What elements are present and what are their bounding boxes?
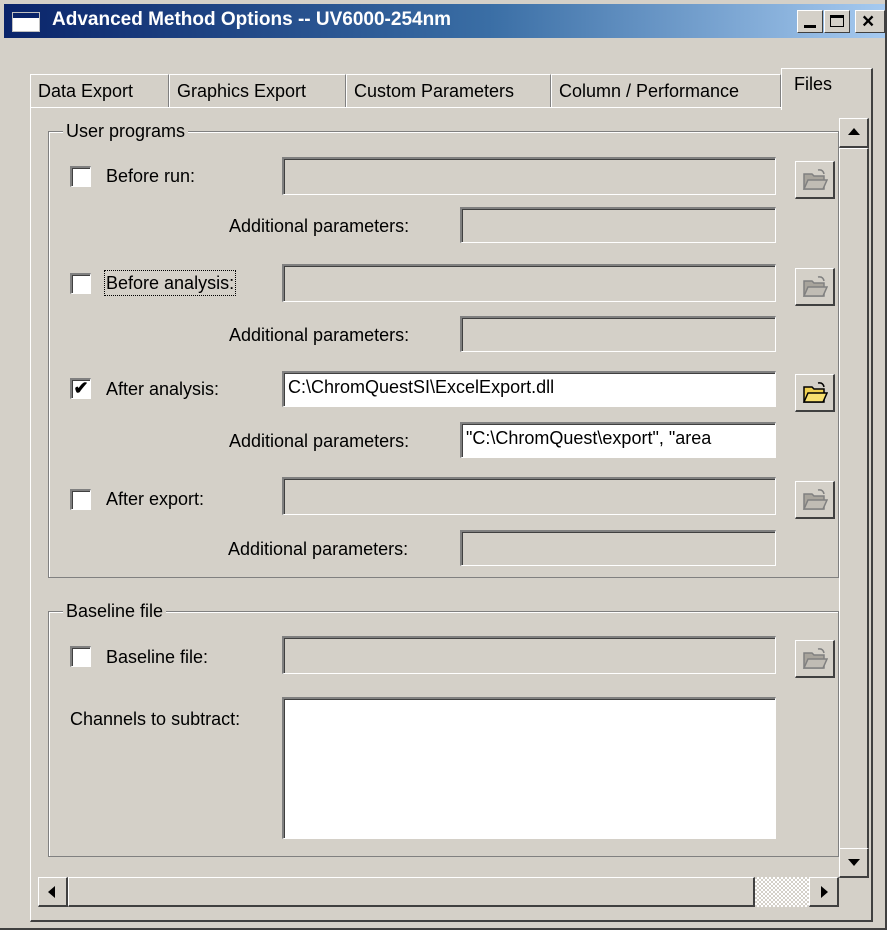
after-export-checkbox[interactable]: [70, 489, 91, 510]
baseline-file-checkbox[interactable]: [70, 646, 91, 667]
before-analysis-browse-button[interactable]: [795, 268, 835, 306]
scroll-left-button[interactable]: [38, 877, 68, 907]
channels-to-subtract-field[interactable]: [282, 697, 776, 839]
after-analysis-checkbox[interactable]: ✔: [70, 378, 91, 399]
vertical-scrollbar[interactable]: [839, 118, 869, 878]
baseline-file-label: Baseline file:: [106, 647, 209, 667]
maximize-icon: [830, 15, 844, 27]
before-run-browse-button[interactable]: [795, 161, 835, 199]
after-export-path-field[interactable]: [282, 477, 776, 515]
channels-to-subtract-label: Channels to subtract:: [70, 709, 241, 729]
arrow-left-icon: [48, 886, 55, 898]
dialog-window: Advanced Method Options -- UV6000-254nm …: [0, 0, 887, 930]
before-run-checkbox[interactable]: [70, 166, 91, 187]
after-analysis-label: After analysis:: [106, 379, 220, 399]
before-analysis-additional-label: Additional parameters:: [229, 325, 410, 345]
after-analysis-params-field[interactable]: "C:\ChromQuest\export", "area: [460, 422, 776, 458]
scroll-right-button[interactable]: [809, 877, 839, 907]
vertical-scroll-thumb[interactable]: [839, 148, 869, 850]
tab-column-performance[interactable]: Column / Performance: [551, 74, 781, 108]
before-run-params-field[interactable]: [460, 207, 776, 243]
tab-data-export[interactable]: Data Export: [30, 74, 169, 108]
title-bar[interactable]: Advanced Method Options -- UV6000-254nm …: [4, 4, 885, 38]
after-export-additional-label: Additional parameters:: [228, 539, 409, 559]
scroll-up-button[interactable]: [839, 118, 869, 148]
arrow-right-icon: [821, 886, 828, 898]
before-run-label: Before run:: [106, 166, 196, 186]
after-analysis-path-field[interactable]: C:\ChromQuestSI\ExcelExport.dll: [282, 371, 776, 407]
after-analysis-additional-label: Additional parameters:: [229, 431, 410, 451]
window-icon[interactable]: [12, 12, 40, 32]
minimize-icon: [804, 25, 816, 28]
open-folder-icon: [802, 648, 828, 669]
after-export-params-field[interactable]: [460, 530, 776, 566]
before-analysis-checkbox[interactable]: [70, 273, 91, 294]
baseline-file-browse-button[interactable]: [795, 640, 835, 678]
baseline-file-group-label: Baseline file: [63, 601, 167, 621]
close-button[interactable]: ×: [855, 10, 885, 33]
open-folder-icon: [802, 276, 828, 297]
open-folder-icon: [802, 489, 828, 510]
minimize-button[interactable]: [797, 10, 823, 33]
tab-strip: Data Export Graphics Export Custom Param…: [30, 68, 880, 110]
arrow-up-icon: [848, 128, 860, 135]
tab-files[interactable]: Files: [781, 68, 873, 110]
before-analysis-params-field[interactable]: [460, 316, 776, 352]
before-analysis-path-field[interactable]: [282, 264, 776, 302]
arrow-down-icon: [848, 859, 860, 866]
after-export-label: After export:: [106, 489, 205, 509]
maximize-button[interactable]: [824, 10, 850, 33]
before-run-additional-label: Additional parameters:: [229, 216, 410, 236]
user-programs-group-label: User programs: [63, 121, 189, 141]
before-analysis-label: Before analysis:: [103, 270, 237, 296]
after-export-browse-button[interactable]: [795, 481, 835, 519]
baseline-file-path-field[interactable]: [282, 636, 776, 674]
before-run-path-field[interactable]: [282, 157, 776, 195]
open-folder-icon: [802, 382, 828, 403]
scroll-down-button[interactable]: [839, 848, 869, 878]
tab-graphics-export[interactable]: Graphics Export: [169, 74, 346, 108]
after-analysis-browse-button[interactable]: [795, 374, 835, 412]
tab-custom-parameters[interactable]: Custom Parameters: [346, 74, 551, 108]
open-folder-icon: [802, 169, 828, 190]
horizontal-scroll-track[interactable]: [755, 877, 809, 907]
close-icon: ×: [862, 10, 875, 33]
horizontal-scrollbar[interactable]: [38, 877, 839, 907]
window-title: Advanced Method Options -- UV6000-254nm: [52, 9, 452, 30]
horizontal-scroll-thumb[interactable]: [68, 877, 755, 907]
